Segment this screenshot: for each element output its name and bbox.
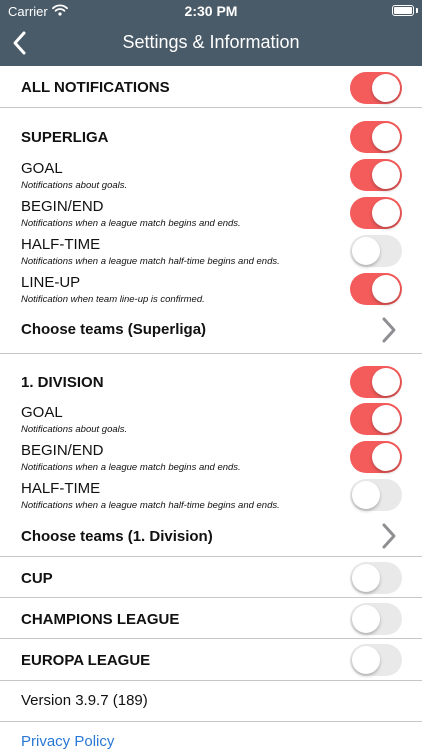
divider <box>0 353 422 354</box>
version-label: Version 3.9.7 (189) <box>21 692 148 709</box>
divider <box>0 556 422 557</box>
cup-toggle[interactable] <box>350 562 402 594</box>
battery-tip <box>416 8 418 13</box>
all-notifications-label: ALL NOTIFICATIONS <box>21 79 170 96</box>
option-description: Notification when team line-up is confir… <box>21 294 205 305</box>
option-title: GOAL <box>21 160 63 177</box>
division-begin-end-row: BEGIN/END Notifications when a league ma… <box>0 438 422 476</box>
choose-teams-superliga-label: Choose teams (Superliga) <box>21 321 207 338</box>
europa-league-toggle[interactable] <box>350 644 402 676</box>
superliga-label: SUPERLIGA <box>21 129 109 146</box>
privacy-policy-link[interactable]: Privacy Policy <box>21 733 114 750</box>
champions-league-toggle[interactable] <box>350 603 402 635</box>
option-description: Notifications when a league match half-t… <box>21 500 280 511</box>
navigation-header: Carrier 2:30 PM Settings & Information <box>0 0 422 66</box>
superliga-line-up-toggle[interactable] <box>350 273 402 305</box>
superliga-begin-end-toggle[interactable] <box>350 197 402 229</box>
superliga-toggle[interactable] <box>350 121 402 153</box>
division-half-time-row: HALF-TIME Notifications when a league ma… <box>0 476 422 514</box>
cup-label: CUP <box>21 570 53 587</box>
option-title: HALF-TIME <box>21 480 101 497</box>
option-description: Notifications when a league match half-t… <box>21 256 280 267</box>
divider <box>0 638 422 639</box>
option-title: GOAL <box>21 404 63 421</box>
division-label: 1. DIVISION <box>21 374 104 391</box>
superliga-goal-row: GOAL Notifications about goals. <box>0 156 422 194</box>
option-description: Notifications about goals. <box>21 424 128 435</box>
superliga-half-time-row: HALF-TIME Notifications when a league ma… <box>0 232 422 270</box>
all-notifications-row: ALL NOTIFICATIONS <box>0 66 422 108</box>
division-row: 1. DIVISION <box>0 365 422 399</box>
chevron-right-icon <box>382 523 396 549</box>
division-begin-end-toggle[interactable] <box>350 441 402 473</box>
chevron-right-icon <box>382 317 396 343</box>
cup-row: CUP <box>0 558 422 596</box>
division-goal-toggle[interactable] <box>350 403 402 435</box>
divider <box>0 107 422 108</box>
option-description: Notifications when a league match begins… <box>21 218 241 229</box>
superliga-begin-end-row: BEGIN/END Notifications when a league ma… <box>0 194 422 232</box>
option-description: Notifications about goals. <box>21 180 128 191</box>
option-description: Notifications when a league match begins… <box>21 462 241 473</box>
option-title: BEGIN/END <box>21 198 104 215</box>
superliga-row: SUPERLIGA <box>0 120 422 154</box>
all-notifications-toggle[interactable] <box>350 72 402 104</box>
page-title: Settings & Information <box>122 32 300 52</box>
divider <box>0 597 422 598</box>
divider <box>0 680 422 681</box>
status-bar: Carrier 2:30 PM <box>0 0 422 22</box>
superliga-goal-toggle[interactable] <box>350 159 402 191</box>
option-title: LINE-UP <box>21 274 81 291</box>
superliga-line-up-row: LINE-UP Notification when team line-up i… <box>0 270 422 308</box>
status-time: 2:30 PM <box>184 3 238 19</box>
choose-teams-division-row[interactable]: Choose teams (1. Division) <box>0 518 422 554</box>
option-title: BEGIN/END <box>21 442 104 459</box>
choose-teams-division-label: Choose teams (1. Division) <box>21 528 213 545</box>
superliga-half-time-toggle[interactable] <box>350 235 402 267</box>
champions-league-row: CHAMPIONS LEAGUE <box>0 599 422 637</box>
battery-icon <box>392 5 414 16</box>
option-title: HALF-TIME <box>21 236 101 253</box>
division-half-time-toggle[interactable] <box>350 479 402 511</box>
champions-league-label: CHAMPIONS LEAGUE <box>21 611 180 628</box>
europa-league-label: EUROPA LEAGUE <box>21 652 151 669</box>
choose-teams-superliga-row[interactable]: Choose teams (Superliga) <box>0 312 422 348</box>
division-goal-row: GOAL Notifications about goals. <box>0 400 422 438</box>
europa-league-row: EUROPA LEAGUE <box>0 640 422 678</box>
divider <box>0 721 422 722</box>
division-toggle[interactable] <box>350 366 402 398</box>
